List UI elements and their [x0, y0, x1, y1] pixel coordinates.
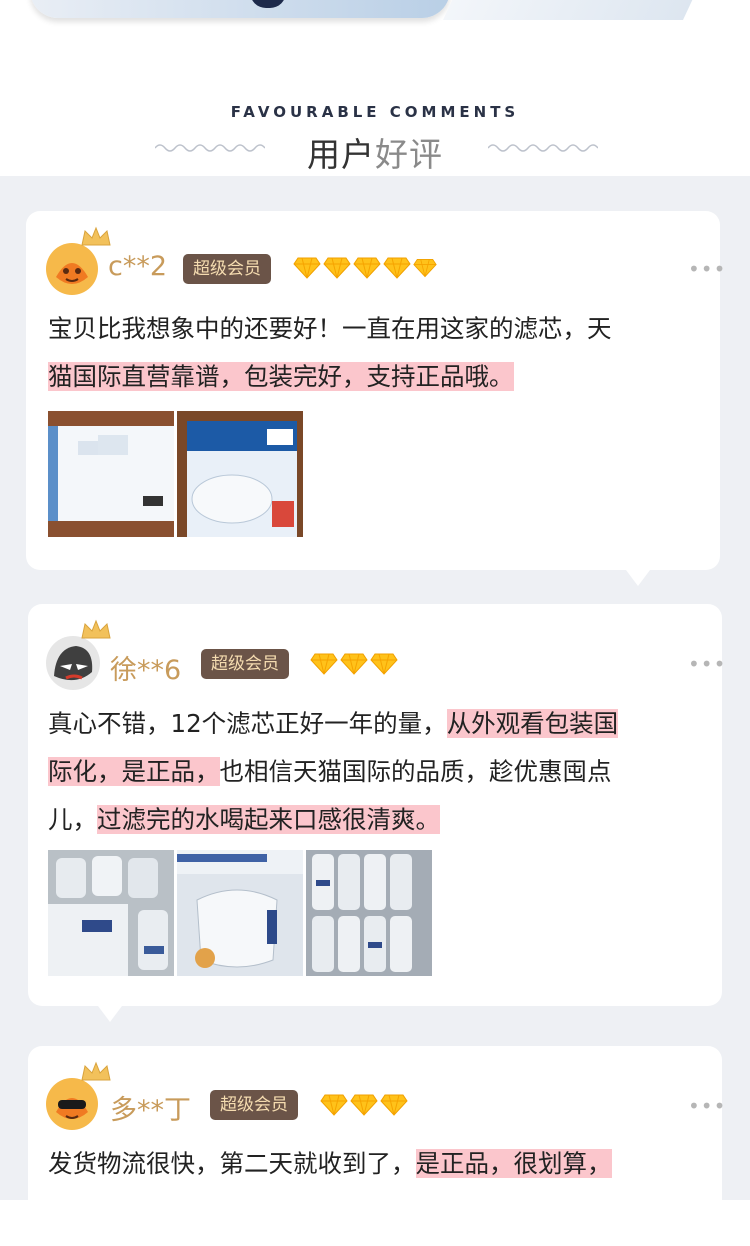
diamond-icon: [353, 257, 381, 279]
wave-decoration-right: [488, 144, 598, 152]
diamond-rating: [310, 653, 398, 675]
diamond-icon: [310, 653, 338, 675]
diamond-icon: [293, 257, 321, 279]
crown-icon: [81, 619, 111, 639]
more-options-icon[interactable]: •••: [688, 257, 726, 281]
diamond-rating: [320, 1094, 408, 1116]
more-options-icon[interactable]: •••: [688, 1094, 726, 1118]
diamond-icon: [370, 653, 398, 675]
diamond-rating: [293, 257, 437, 279]
cartridge-closeup-photo[interactable]: [177, 850, 303, 976]
review-card: c**2 超级会员 ••• 宝贝比我想象中的还要好！一直在用这家的滤芯，天 猫国际…: [26, 211, 725, 570]
username[interactable]: 徐**6: [110, 648, 181, 687]
cartridges-photo-1[interactable]: [48, 850, 174, 976]
member-badge: 超级会员: [183, 254, 271, 284]
diamond-icon: [380, 1094, 408, 1116]
section-title-en: FAVOURABLE COMMENTS: [230, 103, 520, 121]
review-text: 真心不错，12个滤芯正好一年的量，从外观看包装国 际化，是正品，也相信天猫国际的品…: [48, 709, 619, 834]
avatar[interactable]: [46, 1078, 98, 1130]
member-badge: 超级会员: [210, 1090, 298, 1120]
review-photos: [48, 850, 432, 976]
diamond-icon: [320, 1094, 348, 1116]
member-badge: 超级会员: [201, 649, 289, 679]
avatar[interactable]: [46, 636, 100, 690]
review-text: 宝贝比我想象中的还要好！一直在用这家的滤芯，天 猫国际直营靠谱，包装完好，支持正品…: [48, 314, 612, 391]
avatar[interactable]: [46, 243, 98, 295]
cartridges-photo-2[interactable]: [306, 850, 432, 976]
username[interactable]: 多**丁: [110, 1088, 191, 1127]
diamond-icon: [413, 259, 437, 278]
diamond-icon: [323, 257, 351, 279]
diamond-icon: [383, 257, 411, 279]
section-header: FAVOURABLE COMMENTS 用户好评: [0, 0, 750, 176]
review-card: 多**丁 超级会员 ••• 发货物流很快，第二天就收到了，是正品，很划算，: [28, 1046, 725, 1246]
review-text: 发货物流很快，第二天就收到了，是正品，很划算，: [48, 1149, 612, 1178]
section-title-zh: 用户好评: [307, 135, 443, 174]
crown-icon: [81, 226, 111, 246]
more-options-icon[interactable]: •••: [688, 652, 726, 676]
review-card: 徐**6 超级会员 ••• 真心不错，12个滤芯正好一年的量，从外观看包装国 际化…: [28, 604, 725, 1006]
box-side-photo[interactable]: [48, 411, 174, 537]
card-tail: [98, 1006, 122, 1022]
crown-icon: [81, 1061, 111, 1081]
diamond-icon: [340, 653, 368, 675]
card-tail: [626, 570, 650, 586]
username[interactable]: c**2: [108, 251, 167, 282]
diamond-icon: [350, 1094, 378, 1116]
review-photos: [48, 411, 303, 537]
brita-box-photo[interactable]: [177, 411, 303, 537]
